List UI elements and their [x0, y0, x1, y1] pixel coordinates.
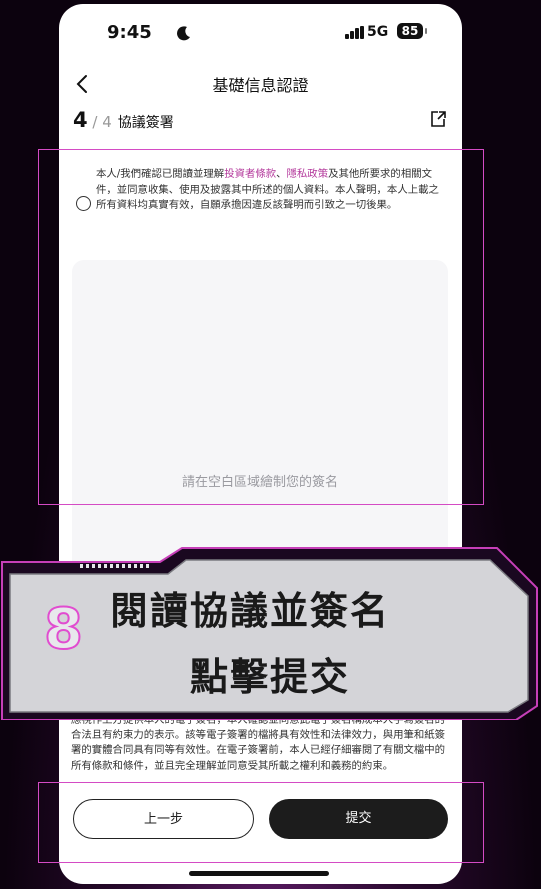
battery-icon: 85 [397, 23, 423, 39]
share-exit-icon[interactable] [429, 110, 447, 128]
banner-line-2: 點擊提交 [190, 655, 351, 699]
step-current: 4 [73, 108, 88, 132]
step-total: 4 [102, 113, 112, 131]
nav-bar: 基礎信息認證 [59, 66, 462, 102]
battery-tip [425, 28, 427, 34]
status-time: 9:45 [107, 22, 152, 43]
moon-icon [177, 26, 190, 41]
banner-line-1: 閱讀協議並簽名 [110, 589, 391, 633]
step-label: 協議簽署 [117, 115, 174, 131]
step-number-badge: 8 [43, 597, 84, 662]
highlight-frame-agreement [38, 149, 484, 505]
network-label: 5G [367, 24, 389, 40]
page-title: 基礎信息認證 [212, 76, 309, 95]
step-indicator: 4 / 4 協議簽署 [73, 108, 174, 132]
highlight-frame-buttons [38, 782, 484, 863]
disclaimer-text: 應視作上方提供本人的電子簽名，本人確認並同意此電子簽名構成本人手寫簽名的合法且有… [71, 714, 446, 772]
status-bar: 9:45 5G 85 [59, 4, 462, 58]
home-indicator [189, 871, 329, 876]
